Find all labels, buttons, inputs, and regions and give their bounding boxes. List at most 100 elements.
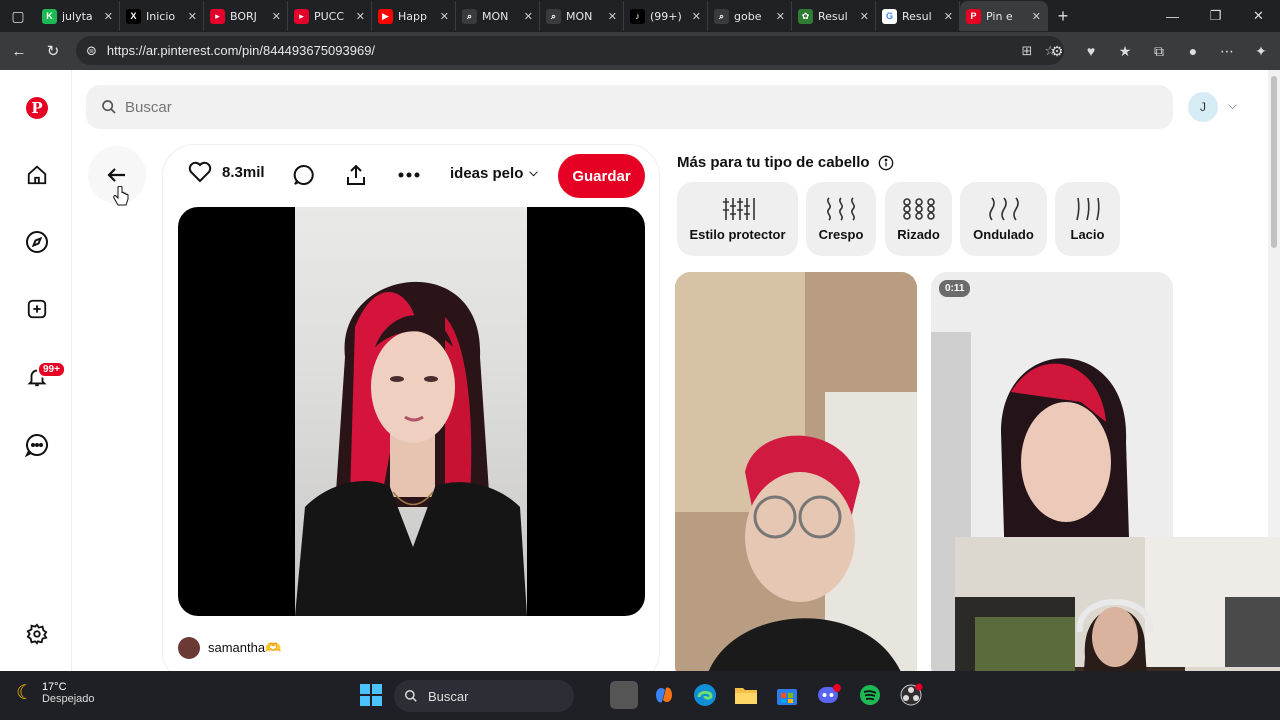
arrow-left-icon xyxy=(107,168,125,182)
favorites-icon[interactable]: ★ xyxy=(1110,36,1140,66)
chip-rizado[interactable]: Rizado xyxy=(885,182,952,256)
tab-favicon-icon: ▶ xyxy=(378,8,393,24)
browser-tab[interactable]: ⌕ gobe ✕ xyxy=(708,1,792,31)
browser-tab[interactable]: ⌕ MON ✕ xyxy=(456,1,540,31)
profile-icon[interactable]: ● xyxy=(1178,36,1208,66)
copilot-icon[interactable]: ✦ xyxy=(1246,36,1276,66)
extensions-icon[interactable]: ⚙ xyxy=(1042,36,1072,66)
tab-favicon-icon: ▸ xyxy=(210,8,225,24)
edge-icon[interactable] xyxy=(691,681,719,709)
account-menu-chevron-icon[interactable]: ⌵ xyxy=(1228,98,1237,113)
weather-widget[interactable]: ☾ 17°C Despejado xyxy=(16,680,95,705)
performance-icon[interactable]: ♥ xyxy=(1076,36,1106,66)
chip-lacio[interactable]: Lacio xyxy=(1055,182,1120,256)
tab-close-icon[interactable]: ✕ xyxy=(356,10,365,23)
tab-favicon-icon: K xyxy=(42,8,57,24)
settings-icon[interactable] xyxy=(23,620,51,648)
home-icon[interactable] xyxy=(23,161,51,189)
browser-tab[interactable]: ⌕ MON ✕ xyxy=(540,1,624,31)
author-name: samantha🫶 xyxy=(208,640,282,655)
tab-close-icon[interactable]: ✕ xyxy=(104,10,113,23)
close-window-icon[interactable]: ✕ xyxy=(1237,0,1280,32)
tab-close-icon[interactable]: ✕ xyxy=(524,10,533,23)
tab-close-icon[interactable]: ✕ xyxy=(944,10,953,23)
messages-icon[interactable] xyxy=(23,431,51,459)
explore-icon[interactable] xyxy=(23,228,51,256)
curly-hair-icon xyxy=(902,197,935,220)
account-avatar[interactable]: J xyxy=(1188,92,1218,122)
new-tab-button[interactable]: + xyxy=(1048,6,1078,27)
restore-icon[interactable]: ❐ xyxy=(1194,0,1237,32)
browser-tab[interactable]: ✿ Resul ✕ xyxy=(792,1,876,31)
store-icon[interactable] xyxy=(773,681,801,709)
tab-favicon-icon: ▸ xyxy=(294,8,309,24)
tab-close-icon[interactable]: ✕ xyxy=(860,10,869,23)
moon-icon: ☾ xyxy=(16,682,34,704)
app-icon[interactable]: ⊞ xyxy=(1021,43,1032,59)
tab-favicon-icon: ♪ xyxy=(630,8,645,24)
tab-close-icon[interactable]: ✕ xyxy=(776,10,785,23)
browser-tab[interactable]: ▶ Happ ✕ xyxy=(372,1,456,31)
weather-temperature: 17°C xyxy=(41,680,67,693)
more-menu-icon[interactable]: ⋯ xyxy=(1212,36,1242,66)
collections-icon[interactable]: ⧉ xyxy=(1144,36,1174,66)
info-icon[interactable] xyxy=(878,155,894,171)
video-duration: 0:11 xyxy=(939,280,971,297)
browser-tab[interactable]: ▸ BORJ ✕ xyxy=(204,1,288,31)
discord-icon[interactable] xyxy=(815,681,843,709)
tab-title: Happ xyxy=(398,9,427,23)
minimize-icon[interactable]: — xyxy=(1151,0,1194,32)
tab-close-icon[interactable]: ✕ xyxy=(692,10,701,23)
start-icon[interactable] xyxy=(357,681,385,709)
like-button[interactable]: 8.3mil xyxy=(188,161,265,183)
related-pin-1-image xyxy=(675,272,917,671)
pinterest-logo-icon[interactable]: P xyxy=(23,94,51,122)
related-pin-1[interactable] xyxy=(675,272,917,671)
search-bar[interactable]: Buscar xyxy=(86,85,1173,129)
back-nav-icon[interactable]: ← xyxy=(2,34,36,68)
save-button[interactable]: Guardar xyxy=(558,154,645,198)
chevron-down-icon: ⌵ xyxy=(529,167,538,179)
chip-crespo[interactable]: Crespo xyxy=(806,182,876,256)
browser-tab[interactable]: ▸ PUCC ✕ xyxy=(288,1,372,31)
tab-strip: Kjulyta ✕ X Inicio ✕ ▸ BORJ ✕ ▸ PUCC ✕ ▶ Happ ✕ ⌕ MON ✕ ⌕… xyxy=(36,1,1048,31)
obs-icon[interactable] xyxy=(897,681,925,709)
related-section-title: Más para tu tipo de cabello xyxy=(677,154,894,171)
tab-favicon-icon: ⌕ xyxy=(462,8,477,24)
task-view-icon[interactable] xyxy=(610,681,638,709)
tab-close-icon[interactable]: ✕ xyxy=(188,10,197,23)
tab-close-icon[interactable]: ✕ xyxy=(272,10,281,23)
board-selector[interactable]: ideas pelo ⌵ xyxy=(450,165,538,182)
pin-video[interactable] xyxy=(178,207,645,616)
url-field[interactable]: ⊜ https://ar.pinterest.com/pin/844493675… xyxy=(76,36,1064,65)
chip-ondulado[interactable]: Ondulado xyxy=(960,182,1047,256)
tab-close-icon[interactable]: ✕ xyxy=(1032,10,1041,23)
tab-actions-icon[interactable]: ▢ xyxy=(0,0,36,32)
tab-title: Resul xyxy=(902,9,932,23)
browser-tab-bar: ▢ Kjulyta ✕ X Inicio ✕ ▸ BORJ ✕ ▸ PUCC ✕ ▶ Happ ✕ ⌕ MON… xyxy=(0,0,1280,32)
chip-estilo-protector[interactable]: Estilo protector xyxy=(677,182,798,256)
comment-icon[interactable] xyxy=(291,162,317,188)
windows-taskbar: ☾ 17°C Despejado Buscar xyxy=(0,671,1280,720)
site-info-icon[interactable]: ⊜ xyxy=(86,43,97,59)
taskbar-search[interactable]: Buscar xyxy=(394,680,574,712)
scrollbar-thumb[interactable] xyxy=(1271,76,1277,248)
browser-tab[interactable]: G Resul ✕ xyxy=(876,1,960,31)
copilot-taskbar-icon[interactable] xyxy=(650,681,678,709)
notifications-badge: 99+ xyxy=(37,361,66,378)
browser-tab[interactable]: Kjulyta ✕ xyxy=(36,1,120,31)
chip-label: Rizado xyxy=(897,226,940,242)
browser-tab[interactable]: X Inicio ✕ xyxy=(120,1,204,31)
share-icon[interactable] xyxy=(343,162,369,188)
more-options-icon[interactable] xyxy=(396,162,422,188)
tab-close-icon[interactable]: ✕ xyxy=(440,10,449,23)
tab-close-icon[interactable]: ✕ xyxy=(608,10,617,23)
create-icon[interactable] xyxy=(23,295,51,323)
browser-tab[interactable]: P Pin e ✕ xyxy=(960,1,1048,31)
file-explorer-icon[interactable] xyxy=(732,681,760,709)
browser-tab[interactable]: ♪ (99+) ✕ xyxy=(624,1,708,31)
reload-icon[interactable]: ↻ xyxy=(36,34,70,68)
pin-author[interactable]: samantha🫶 xyxy=(178,637,281,659)
author-avatar xyxy=(178,637,200,659)
spotify-icon[interactable] xyxy=(856,681,884,709)
